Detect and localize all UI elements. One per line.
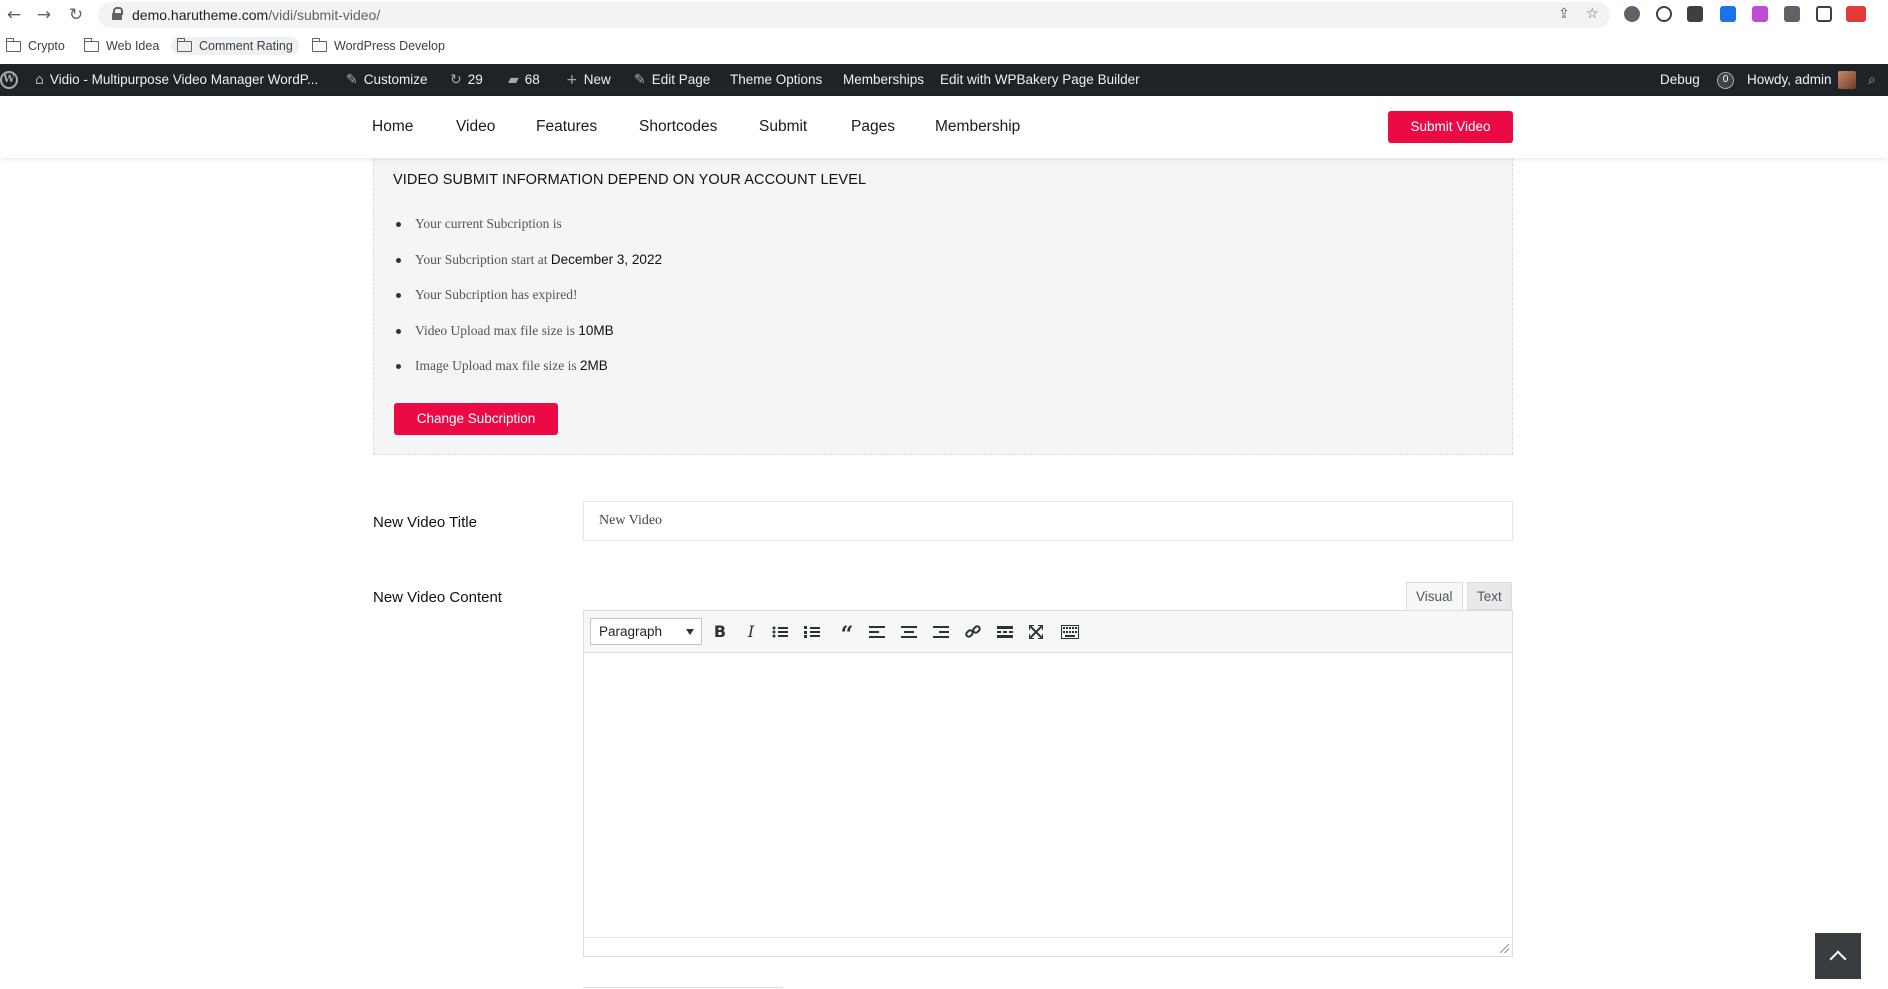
chevron-up-icon xyxy=(1829,950,1847,968)
extension-google-icon[interactable] xyxy=(1720,6,1736,22)
customize-menu[interactable]: ✎ Customize xyxy=(346,64,428,96)
bookmark-web-idea[interactable]: Web Idea xyxy=(83,37,159,55)
forward-icon[interactable]: → xyxy=(34,5,54,25)
nav-membership[interactable]: Membership xyxy=(935,118,1020,136)
nav-submit[interactable]: Submit xyxy=(759,118,807,136)
extension-red-icon[interactable] xyxy=(1846,6,1866,22)
resize-handle-icon[interactable] xyxy=(1500,944,1509,953)
reload-icon[interactable]: ↻ xyxy=(66,5,86,25)
updates-menu[interactable]: ↻ 29 xyxy=(450,64,483,96)
debug-count[interactable]: 0 xyxy=(1717,64,1734,96)
content-editor: Paragraph B I “ xyxy=(583,610,1513,957)
list-item: Your current Subcription is xyxy=(395,216,662,252)
folder-icon xyxy=(176,37,192,52)
italic-icon[interactable]: I xyxy=(740,621,762,643)
wp-admin-bar: W ⌂ Vidio - Multipurpose Video Manager Wo… xyxy=(0,64,1888,96)
address-bar[interactable]: demo.harutheme.com/vidi/submit-video/ ⇪ … xyxy=(98,2,1610,28)
nav-features[interactable]: Features xyxy=(536,118,597,136)
share-icon[interactable]: ⇪ xyxy=(1558,6,1570,22)
comments-menu[interactable]: ▰ 68 xyxy=(508,64,540,96)
tab-visual[interactable]: Visual xyxy=(1406,582,1463,610)
toolbar-toggle-icon[interactable] xyxy=(1061,625,1079,639)
lock-icon xyxy=(112,7,123,20)
list-item: Image Upload max file size is 2MB xyxy=(395,358,662,394)
plus-icon: + xyxy=(566,72,578,88)
editor-toolbar: Paragraph B I “ xyxy=(584,611,1512,653)
bold-icon[interactable]: B xyxy=(709,621,731,643)
change-subscription-button[interactable]: Change Subcription xyxy=(394,403,558,435)
fullscreen-icon[interactable] xyxy=(1029,625,1043,639)
read-more-icon[interactable] xyxy=(997,626,1013,638)
folder-icon xyxy=(311,37,327,52)
video-title-label: New Video Title xyxy=(373,514,477,531)
admin-search[interactable]: ⌕ xyxy=(1868,64,1876,96)
nav-pages[interactable]: Pages xyxy=(851,118,895,136)
theme-options-menu[interactable]: Theme Options xyxy=(730,64,822,96)
back-icon[interactable]: ← xyxy=(4,5,24,25)
info-title: VIDEO SUBMIT INFORMATION DEPEND ON YOUR … xyxy=(393,172,867,188)
debug-menu[interactable]: Debug xyxy=(1660,64,1700,96)
link-icon[interactable] xyxy=(965,624,981,640)
nav-shortcodes[interactable]: Shortcodes xyxy=(639,118,717,136)
info-list: Your current Subcription is Your Subcrip… xyxy=(395,216,662,394)
site-header: Home Video Features Shortcodes Submit Pa… xyxy=(0,96,1888,158)
submit-video-button[interactable]: Submit Video xyxy=(1388,111,1513,143)
folder-icon xyxy=(83,37,99,52)
memberships-menu[interactable]: Memberships xyxy=(843,64,924,96)
blockquote-icon[interactable]: “ xyxy=(836,621,858,648)
extension-qr-icon[interactable] xyxy=(1687,6,1703,22)
folder-icon xyxy=(5,37,21,52)
video-title-input[interactable]: New Video xyxy=(583,501,1513,541)
video-content-label: New Video Content xyxy=(373,589,502,606)
brush-icon: ✎ xyxy=(346,72,358,88)
browser-toolbar: ← → ↻ demo.harutheme.com/vidi/submit-vid… xyxy=(0,0,1888,30)
nav-video[interactable]: Video xyxy=(456,118,495,136)
numbered-list-icon[interactable] xyxy=(804,626,820,638)
url-text[interactable]: demo.harutheme.com/vidi/submit-video/ xyxy=(132,7,380,23)
wpbakery-menu[interactable]: Edit with WPBakery Page Builder xyxy=(940,64,1140,96)
edit-page-menu[interactable]: ✎ Edit Page xyxy=(634,64,710,96)
align-center-icon[interactable] xyxy=(901,626,917,638)
bullet-list-icon[interactable] xyxy=(772,626,788,638)
extensions-puzzle-icon[interactable] xyxy=(1784,6,1800,22)
my-account-menu[interactable]: Howdy, admin xyxy=(1747,64,1856,96)
extension-globe-icon[interactable] xyxy=(1624,6,1640,22)
scroll-to-top-button[interactable] xyxy=(1815,933,1861,979)
list-item: Your Subcription has expired! xyxy=(395,287,662,323)
extension-sync-icon[interactable] xyxy=(1656,6,1672,22)
site-name-menu[interactable]: ⌂ Vidio - Multipurpose Video Manager Word… xyxy=(35,64,318,96)
align-right-icon[interactable] xyxy=(933,626,949,638)
bookmark-crypto[interactable]: Crypto xyxy=(5,37,65,55)
new-content-menu[interactable]: + New xyxy=(566,64,611,96)
editor-content-area[interactable] xyxy=(584,654,1512,937)
wp-logo-menu[interactable]: W xyxy=(0,64,18,96)
list-item: Video Upload max file size is 10MB xyxy=(395,323,662,359)
tab-text[interactable]: Text xyxy=(1467,582,1512,610)
subscription-info-box: VIDEO SUBMIT INFORMATION DEPEND ON YOUR … xyxy=(373,158,1513,455)
align-left-icon[interactable] xyxy=(869,626,885,638)
list-item: Your Subcription start at December 3, 20… xyxy=(395,252,662,288)
side-panel-icon[interactable] xyxy=(1816,6,1832,22)
bookmark-wordpress-develop[interactable]: WordPress Develop xyxy=(311,37,445,55)
divider xyxy=(583,987,783,988)
pencil-icon: ✎ xyxy=(634,72,646,88)
bookmarks-bar: Crypto Web Idea Comment Rating WordPress… xyxy=(0,32,1888,60)
bookmark-comment-rating[interactable]: Comment Rating xyxy=(171,37,299,55)
dashboard-icon: ⌂ xyxy=(35,72,44,88)
bookmark-star-icon[interactable]: ☆ xyxy=(1586,6,1599,22)
comment-icon: ▰ xyxy=(508,72,519,88)
avatar xyxy=(1837,71,1856,89)
extension-picker-icon[interactable] xyxy=(1752,6,1768,22)
search-icon: ⌕ xyxy=(1868,72,1876,88)
updates-icon: ↻ xyxy=(450,72,462,88)
format-select[interactable]: Paragraph xyxy=(590,618,702,645)
wordpress-icon: W xyxy=(0,71,18,89)
editor-statusbar xyxy=(584,937,1512,956)
nav-home[interactable]: Home xyxy=(372,118,413,136)
